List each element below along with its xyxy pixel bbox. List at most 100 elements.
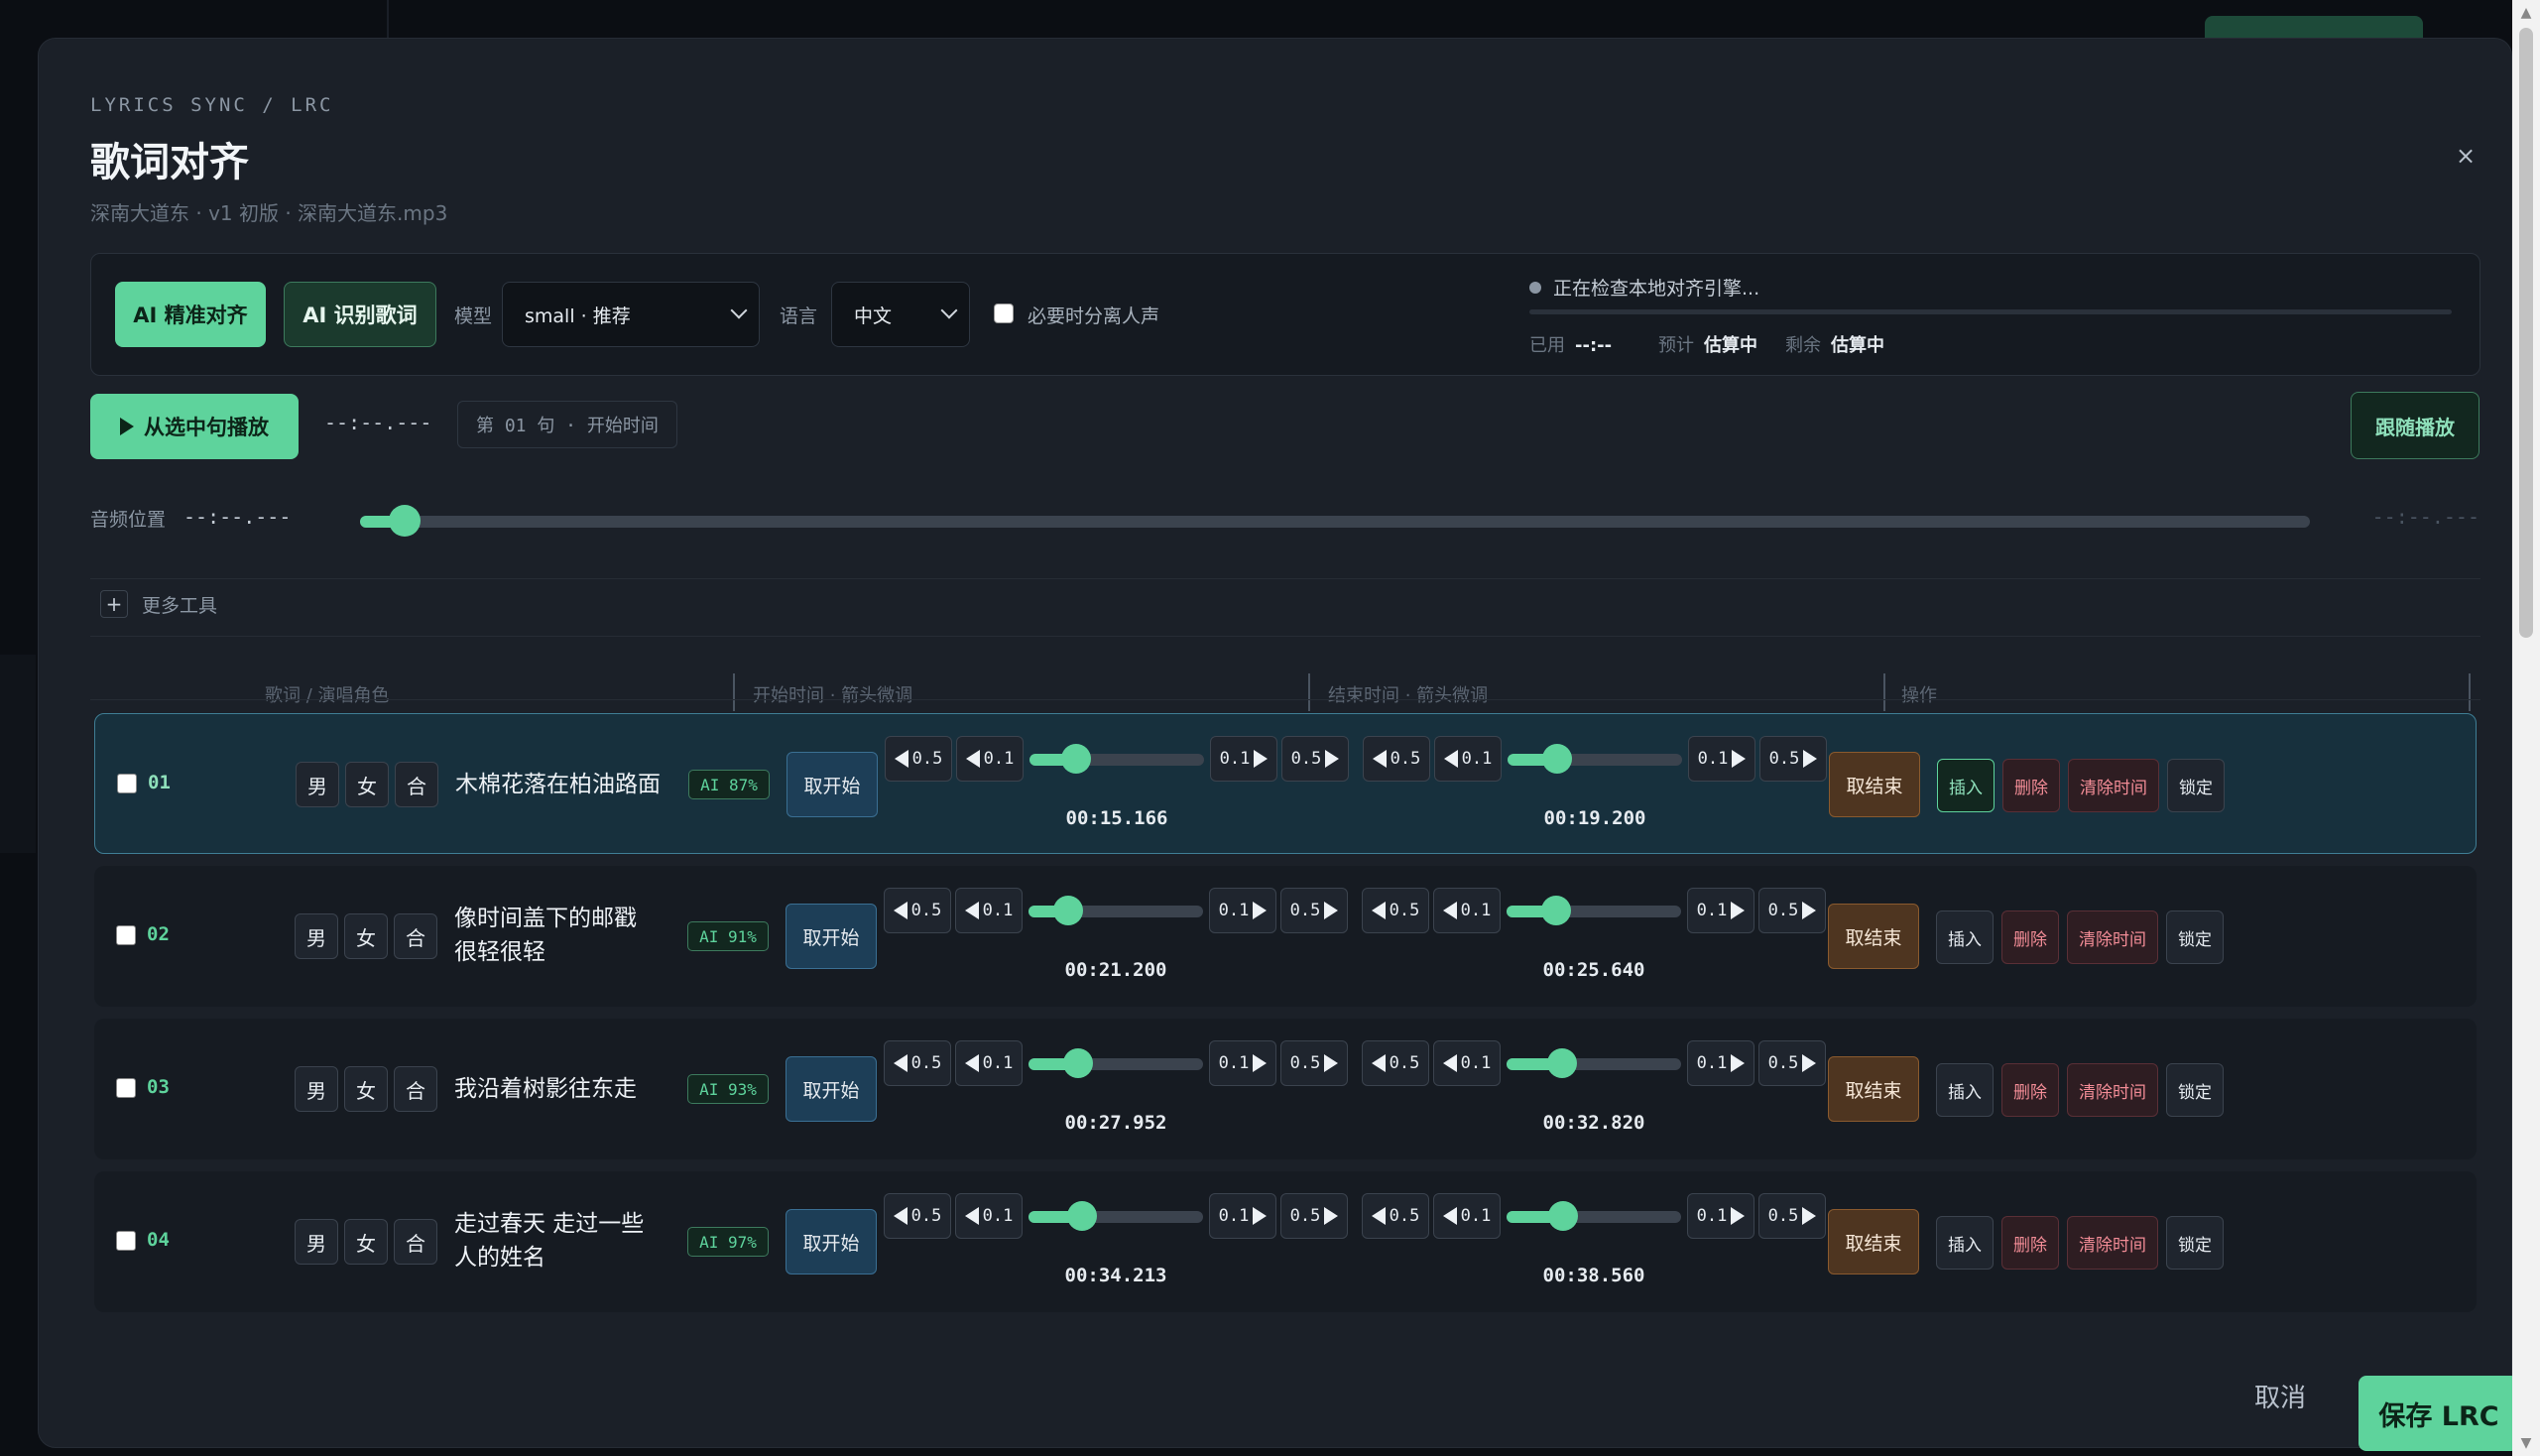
start-slider[interactable] [1029,744,1204,774]
end-slider[interactable] [1507,1048,1681,1078]
start-minus-0.1-button[interactable]: 0.1 [955,1193,1023,1239]
start-plus-0.5-button[interactable]: 0.5 [1280,888,1348,933]
take-start-button[interactable]: 取开始 [786,752,878,817]
lyric-text[interactable]: 走过春天 走过一些人的姓名 [454,1207,666,1274]
end-plus-0.1-button[interactable]: 0.1 [1688,736,1755,782]
end-minus-0.1-button[interactable]: 0.1 [1433,1040,1501,1086]
cancel-button[interactable]: 取消 [2254,1378,2306,1414]
play-from-selected-button[interactable]: 从选中句播放 [90,394,299,459]
slider-handle[interactable] [1548,1201,1579,1231]
end-plus-0.5-button[interactable]: 0.5 [1758,1193,1826,1239]
role-male-button[interactable]: 男 [295,1219,338,1265]
end-slider[interactable] [1507,896,1681,925]
lock-button[interactable]: 锁定 [2166,910,2224,964]
start-minus-0.5-button[interactable]: 0.5 [884,1193,951,1239]
role-female-button[interactable]: 女 [344,913,388,959]
slider-handle[interactable] [1063,1048,1094,1078]
lyric-row[interactable]: 04 男女合走过春天 走过一些人的姓名 AI 97% 取开始 0.5 0.1 00:34.2… [94,1171,2477,1312]
start-plus-0.5-button[interactable]: 0.5 [1281,736,1349,782]
lyric-text[interactable]: 我沿着树影往东走 [454,1072,666,1106]
row-checkbox[interactable] [116,1231,136,1251]
lyric-text[interactable]: 像时间盖下的邮戳 很轻很轻 [454,902,666,969]
delete-button[interactable]: 删除 [2001,1216,2059,1270]
delete-button[interactable]: 删除 [2002,759,2060,812]
end-plus-0.1-button[interactable]: 0.1 [1687,1193,1754,1239]
lock-button[interactable]: 锁定 [2167,759,2225,812]
end-minus-0.5-button[interactable]: 0.5 [1362,888,1429,933]
start-minus-0.5-button[interactable]: 0.5 [884,1040,951,1086]
start-plus-0.1-button[interactable]: 0.1 [1209,1193,1276,1239]
clear-time-button[interactable]: 清除时间 [2067,1216,2158,1270]
scroll-up-icon[interactable]: ▲ [2519,4,2533,22]
end-plus-0.5-button[interactable]: 0.5 [1758,888,1826,933]
slider-handle[interactable] [1061,744,1092,774]
role-together-button[interactable]: 合 [394,1066,437,1112]
start-plus-0.5-button[interactable]: 0.5 [1280,1193,1348,1239]
scrollbar-thumb[interactable] [2519,28,2533,638]
take-start-button[interactable]: 取开始 [786,904,877,969]
separate-vocals-checkbox[interactable] [994,303,1014,323]
end-plus-0.1-button[interactable]: 0.1 [1687,888,1754,933]
end-plus-0.1-button[interactable]: 0.1 [1687,1040,1754,1086]
end-minus-0.1-button[interactable]: 0.1 [1434,736,1502,782]
more-tools-toggle[interactable]: + 更多工具 [100,590,217,618]
audio-slider-handle[interactable] [389,505,421,537]
end-minus-0.5-button[interactable]: 0.5 [1362,1040,1429,1086]
role-male-button[interactable]: 男 [295,913,338,959]
lock-button[interactable]: 锁定 [2166,1216,2224,1270]
end-minus-0.5-button[interactable]: 0.5 [1363,736,1430,782]
end-minus-0.5-button[interactable]: 0.5 [1362,1193,1429,1239]
role-male-button[interactable]: 男 [296,762,339,807]
start-plus-0.1-button[interactable]: 0.1 [1209,1040,1276,1086]
end-plus-0.5-button[interactable]: 0.5 [1758,1040,1826,1086]
role-female-button[interactable]: 女 [345,762,389,807]
lyric-row[interactable]: 01 男女合木棉花落在柏油路面 AI 87% 取开始 0.5 0.1 00:15.166 0.… [94,713,2477,854]
clear-time-button[interactable]: 清除时间 [2067,910,2158,964]
follow-playback-button[interactable]: 跟随播放 [2351,392,2480,459]
save-lrc-button[interactable]: 保存 LRC [2359,1376,2519,1451]
insert-button[interactable]: 插入 [1936,1063,1994,1117]
page-scrollbar[interactable]: ▲ ▼ [2512,0,2540,1456]
take-end-button[interactable]: 取结束 [1829,752,1920,817]
model-select[interactable]: small · 推荐 [502,282,760,347]
lyric-text[interactable]: 木棉花落在柏油路面 [455,768,667,801]
end-slider[interactable] [1507,1201,1681,1231]
role-male-button[interactable]: 男 [295,1066,338,1112]
row-checkbox[interactable] [116,925,136,945]
ai-recognize-button[interactable]: AI 识别歌词 [284,282,436,347]
take-end-button[interactable]: 取结束 [1828,1056,1919,1122]
start-slider[interactable] [1028,896,1203,925]
role-female-button[interactable]: 女 [344,1066,388,1112]
ai-align-button[interactable]: AI 精准对齐 [115,282,266,347]
start-minus-0.1-button[interactable]: 0.1 [955,888,1023,933]
lyric-row[interactable]: 02 男女合像时间盖下的邮戳 很轻很轻 AI 91% 取开始 0.5 0.1 00:21.2… [94,866,2477,1007]
delete-button[interactable]: 删除 [2001,910,2059,964]
insert-button[interactable]: 插入 [1937,759,1995,812]
end-minus-0.1-button[interactable]: 0.1 [1433,888,1501,933]
take-end-button[interactable]: 取结束 [1828,1209,1919,1274]
delete-button[interactable]: 删除 [2001,1063,2059,1117]
slider-handle[interactable] [1546,1048,1577,1078]
language-select[interactable]: 中文 [831,282,970,347]
scroll-down-icon[interactable]: ▼ [2519,1434,2533,1452]
close-icon[interactable]: × [2448,138,2483,174]
clear-time-button[interactable]: 清除时间 [2068,759,2159,812]
end-minus-0.1-button[interactable]: 0.1 [1433,1193,1501,1239]
start-minus-0.1-button[interactable]: 0.1 [956,736,1024,782]
start-slider[interactable] [1028,1201,1203,1231]
insert-button[interactable]: 插入 [1936,910,1994,964]
start-minus-0.5-button[interactable]: 0.5 [885,736,952,782]
slider-handle[interactable] [1542,744,1573,774]
take-start-button[interactable]: 取开始 [786,1209,877,1274]
start-minus-0.1-button[interactable]: 0.1 [955,1040,1023,1086]
start-slider[interactable] [1028,1048,1203,1078]
row-checkbox[interactable] [117,774,137,793]
start-plus-0.1-button[interactable]: 0.1 [1210,736,1277,782]
insert-button[interactable]: 插入 [1936,1216,1994,1270]
slider-handle[interactable] [1067,1201,1098,1231]
start-minus-0.5-button[interactable]: 0.5 [884,888,951,933]
take-start-button[interactable]: 取开始 [786,1056,877,1122]
lyric-row[interactable]: 03 男女合我沿着树影往东走 AI 93% 取开始 0.5 0.1 00:27.952 0.1… [94,1019,2477,1159]
row-checkbox[interactable] [116,1078,136,1098]
take-end-button[interactable]: 取结束 [1828,904,1919,969]
